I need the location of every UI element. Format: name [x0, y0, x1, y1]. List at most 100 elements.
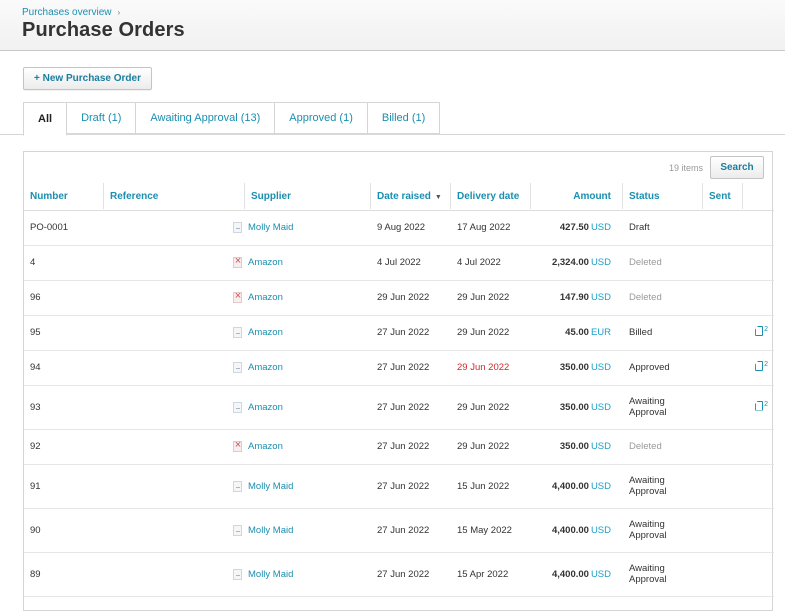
column-header-delivery-date[interactable]: Delivery date [451, 183, 531, 211]
supplier-link[interactable]: Amazon [248, 292, 283, 303]
table-row[interactable]: 93 Amazon 27 Jun 2022 29 Jun 2022 350.00 USD A… [24, 385, 774, 430]
supplier-link[interactable]: Molly Maid [248, 481, 293, 492]
cell-reference [104, 385, 245, 430]
search-button[interactable]: Search [710, 156, 764, 179]
tabs-bar: All Draft (1) Awaiting Approval (13) Approv… [0, 102, 785, 136]
tab-approved[interactable]: Approved (1) [275, 102, 368, 135]
cell-date-raised: 27 Jun 2022 [371, 350, 451, 386]
table-row[interactable]: 95 Amazon 27 Jun 2022 29 Jun 2022 45.00 EUR Bi… [24, 315, 774, 351]
tab-all[interactable]: All [23, 102, 68, 136]
cell-amount: 147.90 USD [531, 280, 623, 316]
supplier-link[interactable]: Amazon [248, 362, 283, 373]
column-header-label: Status [629, 190, 660, 202]
document-icon [233, 222, 242, 233]
sent-indicator[interactable]: 2 [755, 400, 768, 411]
table-row[interactable]: 4Amazon4 Jul 20224 Jul 20222,324.00USDDe… [24, 245, 774, 281]
supplier-link[interactable]: Molly Maid [248, 222, 293, 233]
supplier-link[interactable]: Molly Maid [248, 569, 293, 580]
table-toolbar: 19 items Search [24, 152, 772, 183]
cell-amount: 350.00 USD [531, 385, 623, 430]
cell-sent: 2 [703, 315, 774, 351]
amount-value: 4,400.00 [551, 480, 589, 492]
column-header-number[interactable]: Number [24, 183, 104, 211]
table-row[interactable]: 94 Amazon 27 Jun 2022 29 Jun 2022 350.00 USD A… [24, 350, 774, 386]
tab-awaiting-approval[interactable]: Awaiting Approval (13) [136, 102, 276, 135]
document-icon [233, 362, 242, 373]
column-header-reference[interactable]: Reference [104, 183, 245, 211]
table-row[interactable]: 96Amazon29 Jun 202229 Jun 2022147.90USDD… [24, 280, 774, 316]
sent-document-icon [755, 326, 764, 336]
cell-status: Draft [623, 210, 703, 246]
column-header-status[interactable]: Status [623, 183, 703, 211]
currency-code: USD [590, 362, 611, 373]
cell-number: 93 [24, 385, 104, 430]
tab-draft[interactable]: Draft (1) [67, 102, 137, 135]
column-header-date-raised[interactable]: Date raised ▼ [371, 183, 451, 211]
cell-reference [104, 552, 245, 597]
cell-sent: 2 [703, 385, 774, 430]
cell-number: 89 [24, 552, 104, 597]
supplier-link[interactable]: Amazon [248, 257, 283, 268]
cell-supplier: Molly Maid [233, 464, 371, 509]
currency-code: USD [590, 568, 611, 580]
cell-amount: 427.50 USD [531, 210, 623, 246]
tab-billed[interactable]: Billed (1) [367, 102, 441, 135]
amount-value: 2,324.00 [551, 257, 589, 268]
cell-delivery-date: 29 Jun 2022 [451, 280, 531, 316]
cell-delivery-date: 29 Jun 2022 [451, 385, 531, 430]
cell-supplier: Amazon [233, 245, 371, 281]
table-row[interactable]: PO-0001 Molly Maid 9 Aug 2022 17 Aug 2022 42… [24, 210, 774, 246]
column-header-blank [743, 183, 774, 211]
column-header-supplier[interactable]: Supplier [245, 183, 371, 211]
column-header-label: Delivery date [457, 190, 520, 202]
supplier-link[interactable]: Amazon [248, 441, 283, 452]
column-header-sent[interactable]: Sent [703, 183, 743, 211]
breadcrumb: Purchases overview › [22, 7, 763, 18]
table-row[interactable]: 89 Molly Maid 27 Jun 2022 15 Apr 2022 4,400.… [24, 552, 774, 597]
cell-supplier: Amazon [233, 315, 371, 351]
supplier-link[interactable]: Molly Maid [248, 525, 293, 536]
column-header-amount[interactable]: Amount [531, 183, 623, 211]
table-header-row: Number Reference Supplier Date raised ▼ D… [24, 183, 774, 211]
cell-status: Deleted [623, 245, 703, 281]
deleted-document-icon [233, 255, 242, 268]
cell-status: Approved [623, 350, 703, 386]
cell-delivery-date: 4 Jul 2022 [451, 245, 531, 281]
cell-date-raised: 9 Aug 2022 [371, 210, 451, 246]
deleted-document-icon [233, 439, 242, 452]
amount-value: 350.00 [559, 441, 589, 452]
cell-date-raised: 27 Jun 2022 [371, 552, 451, 597]
currency-code: EUR [590, 327, 611, 338]
table-row[interactable]: 91 Molly Maid 27 Jun 2022 15 Jun 2022 4,400.… [24, 464, 774, 509]
items-count: 19 items [668, 163, 703, 173]
amount-value: 350.00 [559, 362, 589, 373]
cell-amount: 2,324.00 USD [531, 245, 623, 281]
currency-code: USD [590, 401, 611, 413]
cell-reference [104, 280, 245, 316]
cell-sent [703, 464, 774, 509]
supplier-link[interactable]: Amazon [248, 402, 283, 413]
cell-number: 90 [24, 508, 104, 553]
cell-date-raised: 27 Jun 2022 [371, 385, 451, 430]
sent-indicator[interactable]: 2 [755, 326, 768, 336]
cell-number: 92 [24, 429, 104, 465]
cell-supplier: Molly Maid [233, 210, 371, 246]
cell-supplier: Molly Maid [233, 552, 371, 597]
currency-code: USD [590, 441, 611, 452]
table-row[interactable]: 92Amazon27 Jun 202229 Jun 2022350.00USDD… [24, 429, 774, 465]
status-tabs: All Draft (1) Awaiting Approval (13) Approv… [23, 102, 441, 136]
sort-descending-icon: ▼ [434, 193, 442, 201]
page-header: Purchases overview › Purchase Orders [0, 0, 785, 51]
new-purchase-order-button[interactable]: + New Purchase Order [23, 67, 152, 90]
breadcrumb-purchases-overview[interactable]: Purchases overview [22, 7, 111, 18]
column-header-label: Date raised [377, 190, 431, 202]
table-row[interactable]: 90 Molly Maid 27 Jun 2022 15 May 2022 4,400.… [24, 508, 774, 553]
sent-indicator[interactable]: 2 [755, 361, 768, 371]
document-icon [233, 327, 242, 338]
cell-amount: 350.00 USD [531, 350, 623, 386]
cell-reference [104, 315, 245, 351]
document-icon [233, 524, 242, 536]
cell-delivery-date: 29 Jun 2022 [451, 315, 531, 351]
cell-delivery-date: 15 May 2022 [451, 508, 531, 553]
supplier-link[interactable]: Amazon [248, 327, 283, 338]
